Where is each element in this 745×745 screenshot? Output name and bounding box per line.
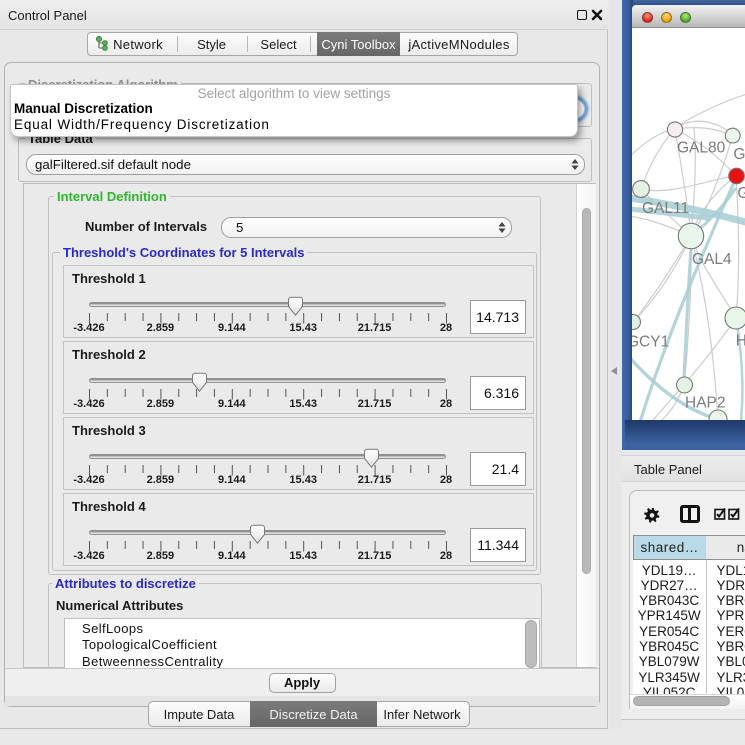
svg-text:H: H bbox=[736, 332, 745, 349]
svg-text:GAL80: GAL80 bbox=[677, 139, 726, 156]
svg-text:GCY1: GCY1 bbox=[632, 333, 669, 350]
svg-text:GAL4: GAL4 bbox=[692, 250, 732, 267]
svg-text:HAP2: HAP2 bbox=[685, 394, 726, 411]
svg-text:GA: GA bbox=[733, 146, 745, 163]
svg-text:G: G bbox=[737, 185, 745, 202]
svg-text:GAL11: GAL11 bbox=[642, 199, 689, 216]
